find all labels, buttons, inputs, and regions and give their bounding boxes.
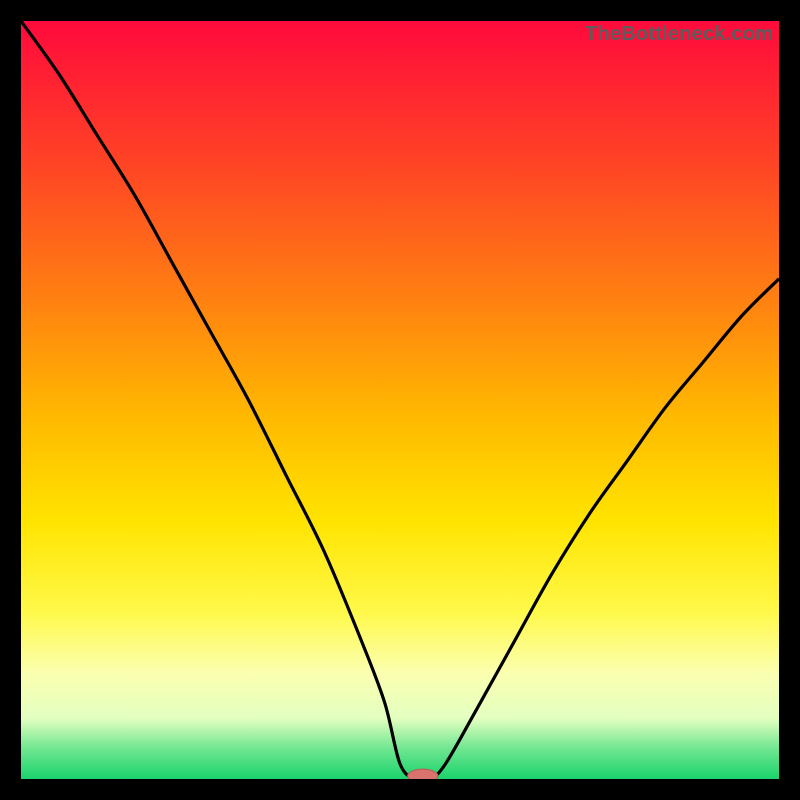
- plot-area: TheBottleneck.com: [21, 21, 779, 779]
- optimum-marker: [408, 769, 438, 779]
- chart-container: TheBottleneck.com: [0, 0, 800, 800]
- bottleneck-curve: [21, 21, 779, 779]
- curve-path: [21, 21, 779, 779]
